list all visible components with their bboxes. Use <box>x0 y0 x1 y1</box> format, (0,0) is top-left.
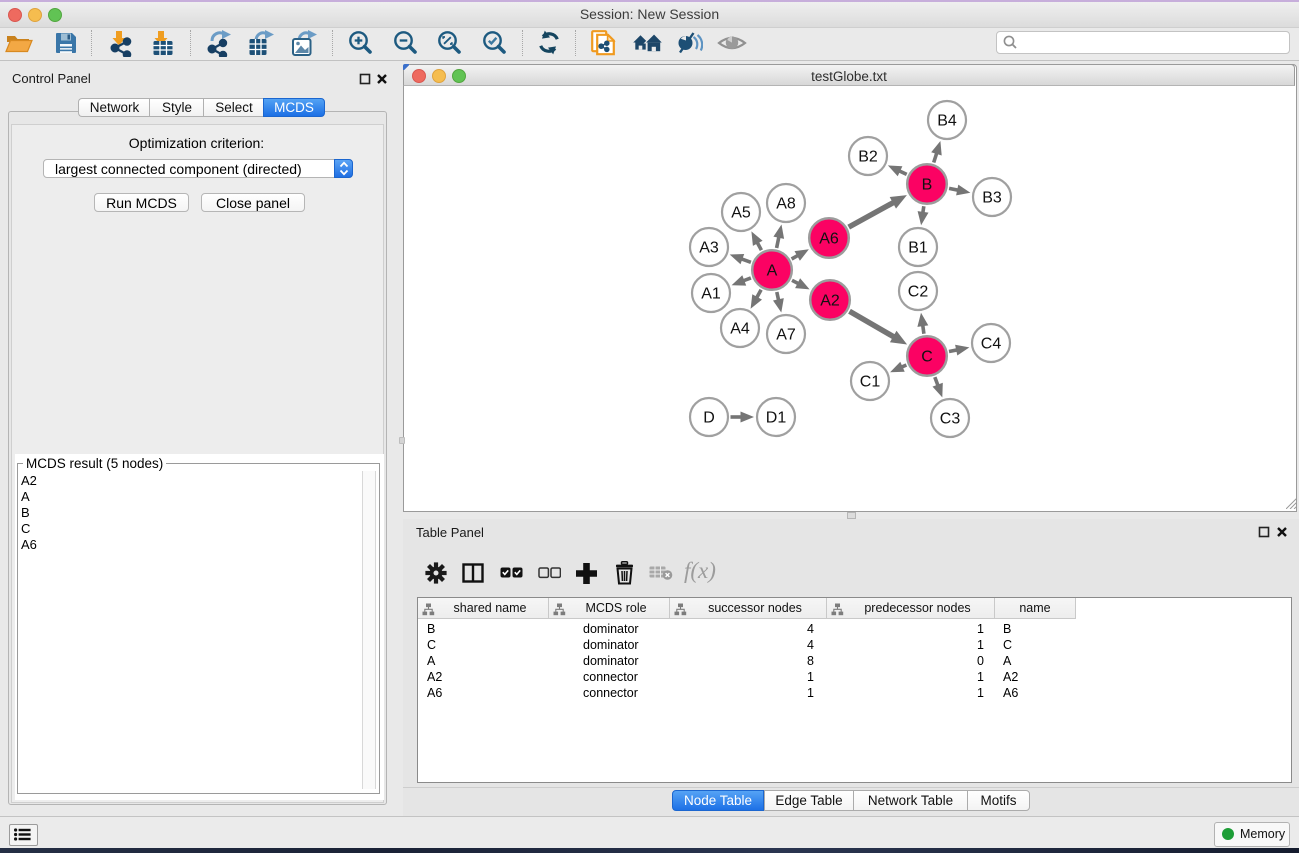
svg-text:A7: A7 <box>776 327 796 344</box>
svg-text:A6: A6 <box>819 231 839 248</box>
svg-text:A2: A2 <box>820 293 840 310</box>
svg-text:B2: B2 <box>858 149 878 166</box>
svg-text:A5: A5 <box>731 205 751 222</box>
svg-text:D1: D1 <box>766 410 787 427</box>
svg-text:C: C <box>921 349 933 366</box>
svg-text:C1: C1 <box>860 374 881 391</box>
svg-text:C2: C2 <box>908 284 929 301</box>
svg-text:A1: A1 <box>701 286 721 303</box>
svg-text:A8: A8 <box>776 196 796 213</box>
svg-text:B3: B3 <box>982 190 1002 207</box>
svg-text:D: D <box>703 410 715 427</box>
svg-text:B1: B1 <box>908 240 928 257</box>
svg-text:A: A <box>767 263 778 280</box>
svg-text:C4: C4 <box>981 336 1002 353</box>
svg-text:C3: C3 <box>940 411 961 428</box>
svg-text:A4: A4 <box>730 321 750 338</box>
svg-text:A3: A3 <box>699 240 719 257</box>
svg-text:B: B <box>922 177 933 194</box>
svg-text:B4: B4 <box>937 113 957 130</box>
